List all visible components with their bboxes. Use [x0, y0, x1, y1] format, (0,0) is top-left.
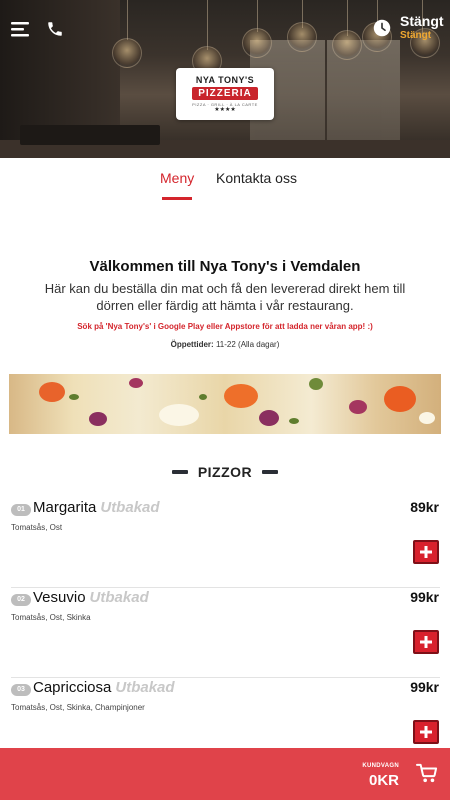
product-description: Tomatsås, Ost, Skinka: [11, 613, 91, 622]
section-divider-right: [262, 470, 278, 474]
open-status-sub: Stängt: [400, 30, 432, 41]
plus-icon: [420, 726, 432, 738]
product-title: Capricciosa: [33, 679, 112, 696]
opening-hours-value: 11-22 (Alla dagar): [215, 340, 280, 349]
logo-pizzeria: PIZZERIA: [192, 86, 258, 100]
pizza-banner-image: [9, 374, 441, 434]
welcome-text: Här kan du beställa din mat och få den l…: [44, 281, 406, 313]
product-price: 89kr: [410, 499, 439, 515]
product-description: Tomatsås, Ost: [11, 523, 63, 532]
menu-icon[interactable]: [10, 18, 32, 40]
restaurant-logo: NYA TONY'S PIZZERIA PIZZA · GRILL · À LA…: [176, 68, 274, 120]
cart-bar[interactable]: KUNDVAGN 0KR: [0, 748, 450, 800]
product-item[interactable]: 01 Margarita Utbakad Tomatsås, Ost 89kr: [11, 498, 440, 588]
plus-icon: [420, 546, 432, 558]
hero-banner: Stängt Stängt NYA TONY'S PIZZERIA PIZZA …: [0, 0, 450, 158]
hero-table: [20, 125, 160, 145]
opening-hours-label: Öppettider:: [170, 340, 214, 349]
product-name: Vesuvio Utbakad: [33, 589, 149, 606]
product-item[interactable]: 02 Vesuvio Utbakad Tomatsås, Ost, Skinka …: [11, 588, 440, 678]
product-tag: Utbakad: [100, 499, 160, 516]
product-number: 03: [11, 684, 31, 696]
product-title: Vesuvio: [33, 589, 86, 606]
add-to-cart-button[interactable]: [413, 540, 439, 564]
logo-name: NYA TONY'S: [195, 74, 255, 85]
active-tab-indicator: [162, 197, 192, 200]
product-tag: Utbakad: [115, 679, 175, 696]
cart-label: KUNDVAGN: [362, 763, 399, 769]
welcome-title: Välkommen till Nya Tony's i Vemdalen: [89, 258, 361, 275]
shopping-cart-icon[interactable]: [416, 763, 438, 783]
cart-total: 0KR: [368, 772, 399, 789]
app-notice: Sök på 'Nya Tony's' i Google Play eller …: [77, 322, 373, 331]
plus-icon: [420, 636, 432, 648]
product-price: 99kr: [410, 679, 439, 695]
product-name: Margarita Utbakad: [33, 499, 160, 516]
add-to-cart-button[interactable]: [413, 630, 439, 654]
tab-meny[interactable]: Meny: [160, 170, 194, 186]
clock-icon: [372, 18, 392, 38]
product-number: 01: [11, 504, 31, 516]
tab-kontakta-oss[interactable]: Kontakta oss: [216, 170, 297, 186]
phone-icon[interactable]: [44, 18, 66, 40]
product-price: 99kr: [410, 589, 439, 605]
logo-stars: ★★★★: [214, 106, 236, 113]
top-bar: Stängt Stängt: [0, 0, 450, 58]
product-name: Capricciosa Utbakad: [33, 679, 175, 696]
product-description: Tomatsås, Ost, Skinka, Champinjoner: [11, 703, 145, 712]
product-tag: Utbakad: [89, 589, 149, 606]
opening-hours: Öppettider: 11-22 (Alla dagar): [0, 340, 450, 349]
section-title: PIZZOR: [197, 464, 253, 480]
tab-bar: Meny Kontakta oss: [0, 158, 450, 202]
open-status: Stängt: [400, 13, 444, 29]
add-to-cart-button[interactable]: [413, 720, 439, 744]
product-title: Margarita: [33, 499, 97, 516]
product-number: 02: [11, 594, 31, 606]
